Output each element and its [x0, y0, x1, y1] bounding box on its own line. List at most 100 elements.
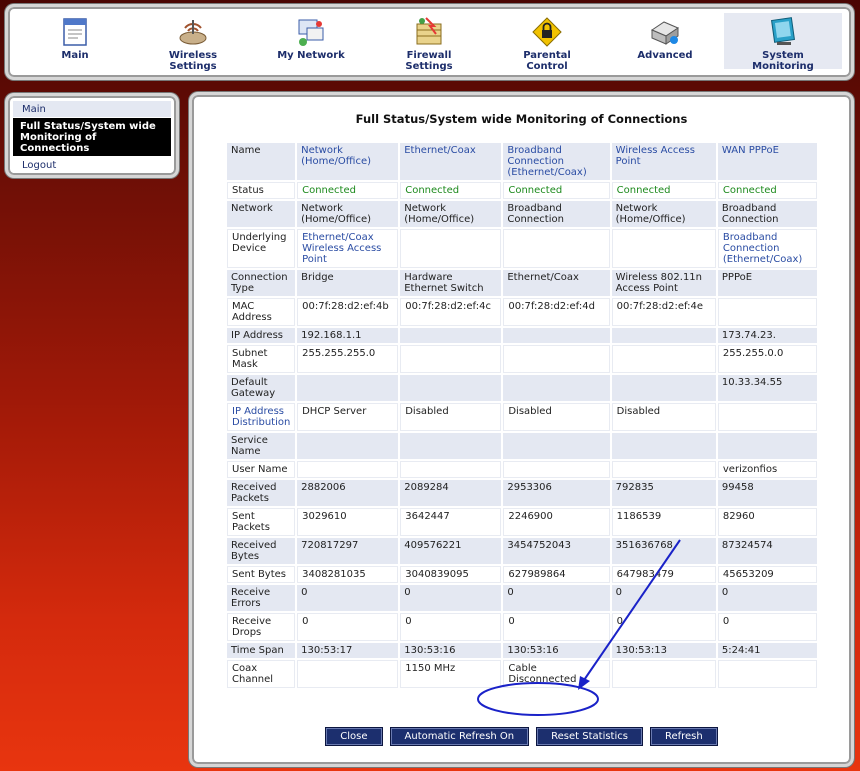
- table-cell: 10.33.34.55: [717, 375, 817, 401]
- table-row: Sent Packets 3029610 3642447 2246900 1186539…: [227, 508, 817, 536]
- sidebar-item-main[interactable]: Main: [13, 101, 171, 117]
- reset-statistics-button[interactable]: Reset Statistics: [536, 727, 643, 746]
- nav-main[interactable]: Main: [16, 13, 134, 69]
- row-label[interactable]: IP Address Distribution: [227, 403, 296, 431]
- table-row: IP Address Distribution DHCP Server Disabl…: [227, 403, 817, 431]
- table-cell: Connected: [611, 182, 716, 199]
- table-cell: 130:53:17: [297, 643, 399, 658]
- table-cell: 0: [717, 585, 817, 611]
- nav-system-monitoring-label: System Monitoring: [752, 50, 814, 72]
- table-row: Status Connected Connected Connected Connect…: [227, 182, 817, 199]
- table-cell: 130:53:16: [503, 643, 610, 658]
- table-cell: Disabled: [611, 403, 716, 431]
- table-cell: 5:24:41: [717, 643, 817, 658]
- row-label: IP Address: [227, 328, 296, 343]
- table-cell: PPPoE: [717, 270, 817, 296]
- table-cell: 82960: [717, 508, 817, 536]
- table-cell[interactable]: Broadband Connection (Ethernet/Coax): [717, 229, 817, 268]
- row-label: Receive Errors: [227, 585, 296, 611]
- network-computers-icon: [298, 19, 324, 46]
- table-cell: [717, 298, 817, 326]
- sidebar-item-full-status[interactable]: Full Status/System wide Monitoring of Co…: [13, 118, 171, 156]
- table-cell: [611, 461, 716, 478]
- table-cell: 1186539: [611, 508, 716, 536]
- table-header-label: Name: [227, 143, 296, 180]
- nav-system-monitoring[interactable]: System Monitoring: [724, 13, 842, 72]
- nav-firewall-settings[interactable]: Firewall Settings: [370, 13, 488, 72]
- main-page-icon: [63, 18, 87, 46]
- table-row: IP Address 192.168.1.1 173.74.23.: [227, 328, 817, 343]
- table-cell: [717, 660, 817, 688]
- table-cell: [717, 403, 817, 431]
- table-cell: 647983479: [611, 566, 716, 583]
- table-cell: 409576221: [400, 538, 502, 564]
- monitor-icon: [771, 17, 795, 45]
- table-cell: 0: [400, 613, 502, 641]
- table-cell[interactable]: Ethernet/Coax Wireless Access Point: [297, 229, 399, 268]
- table-row: MAC Address 00:7f:28:d2:ef:4b 00:7f:28:d2:…: [227, 298, 817, 326]
- column-header-link[interactable]: Ethernet/Coax: [400, 143, 502, 180]
- row-label: Coax Channel: [227, 660, 296, 688]
- table-cell: [611, 660, 716, 688]
- table-cell: [297, 660, 399, 688]
- top-navigation-bar: Main Wireless Settings My Network Firewa…: [5, 4, 854, 80]
- table-cell: Disabled: [503, 403, 610, 431]
- nav-wireless-settings[interactable]: Wireless Settings: [134, 13, 252, 72]
- table-cell: Broadband Connection: [717, 201, 817, 227]
- table-cell: 00:7f:28:d2:ef:4c: [400, 298, 502, 326]
- sidebar-item-logout[interactable]: Logout: [13, 157, 171, 173]
- firewall-icon: [416, 17, 442, 45]
- table-cell: [297, 461, 399, 478]
- table-cell: [611, 229, 716, 268]
- table-cell: [503, 328, 610, 343]
- table-cell: 192.168.1.1: [297, 328, 399, 343]
- connections-status-table: Name Network (Home/Office) Ethernet/Coax Br…: [225, 141, 819, 690]
- table-cell: Broadband Connection: [503, 201, 610, 227]
- column-header-link[interactable]: Broadband Connection (Ethernet/Coax): [503, 143, 610, 180]
- table-row: Received Packets 2882006 2089284 2953306 792…: [227, 480, 817, 506]
- sidebar: Main Full Status/System wide Monitoring …: [5, 93, 179, 178]
- row-label: Service Name: [227, 433, 296, 459]
- column-header-link[interactable]: Wireless Access Point: [611, 143, 716, 180]
- table-cell: Wireless 802.11n Access Point: [611, 270, 716, 296]
- nav-my-network[interactable]: My Network: [252, 13, 370, 69]
- table-cell: Network (Home/Office): [297, 201, 399, 227]
- table-cell: [400, 461, 502, 478]
- table-cell: 00:7f:28:d2:ef:4b: [297, 298, 399, 326]
- row-label: MAC Address: [227, 298, 296, 326]
- table-row: Underlying Device Ethernet/Coax Wireless …: [227, 229, 817, 268]
- table-cell: 130:53:13: [611, 643, 716, 658]
- table-row: Subnet Mask 255.255.255.0 255.255.0.0: [227, 345, 817, 373]
- nav-parental-control[interactable]: Parental Control: [488, 13, 606, 72]
- table-cell: 45653209: [717, 566, 817, 583]
- table-row: Receive Errors 0 0 0 0 0: [227, 585, 817, 611]
- table-row: Coax Channel 1150 MHz Cable Disconnected: [227, 660, 817, 688]
- table-cell: [503, 345, 610, 373]
- table-header-row: Name Network (Home/Office) Ethernet/Coax Br…: [227, 143, 817, 180]
- table-cell: Network (Home/Office): [400, 201, 502, 227]
- table-cell: 255.255.255.0: [297, 345, 399, 373]
- row-label: Status: [227, 182, 296, 199]
- column-header-link[interactable]: WAN PPPoE: [717, 143, 817, 180]
- row-label: Time Span: [227, 643, 296, 658]
- nav-advanced[interactable]: Advanced: [606, 13, 724, 69]
- close-button[interactable]: Close: [325, 727, 383, 746]
- nav-parental-label: Parental Control: [523, 50, 571, 72]
- table-cell: Connected: [297, 182, 399, 199]
- table-cell: [400, 229, 502, 268]
- table-cell: [503, 375, 610, 401]
- table-cell: [400, 375, 502, 401]
- table-cell: 87324574: [717, 538, 817, 564]
- table-cell: 3454752043: [503, 538, 610, 564]
- automatic-refresh-button[interactable]: Automatic Refresh On: [389, 727, 530, 746]
- refresh-button[interactable]: Refresh: [649, 727, 718, 746]
- table-cell: [503, 461, 610, 478]
- nav-my-network-label: My Network: [277, 50, 345, 61]
- table-cell: [611, 375, 716, 401]
- table-cell: 2882006: [297, 480, 399, 506]
- table-cell: 0: [297, 585, 399, 611]
- table-cell: [297, 433, 399, 459]
- table-cell: [503, 229, 610, 268]
- table-row: Connection Type Bridge Hardware Ethernet S…: [227, 270, 817, 296]
- column-header-link[interactable]: Network (Home/Office): [297, 143, 399, 180]
